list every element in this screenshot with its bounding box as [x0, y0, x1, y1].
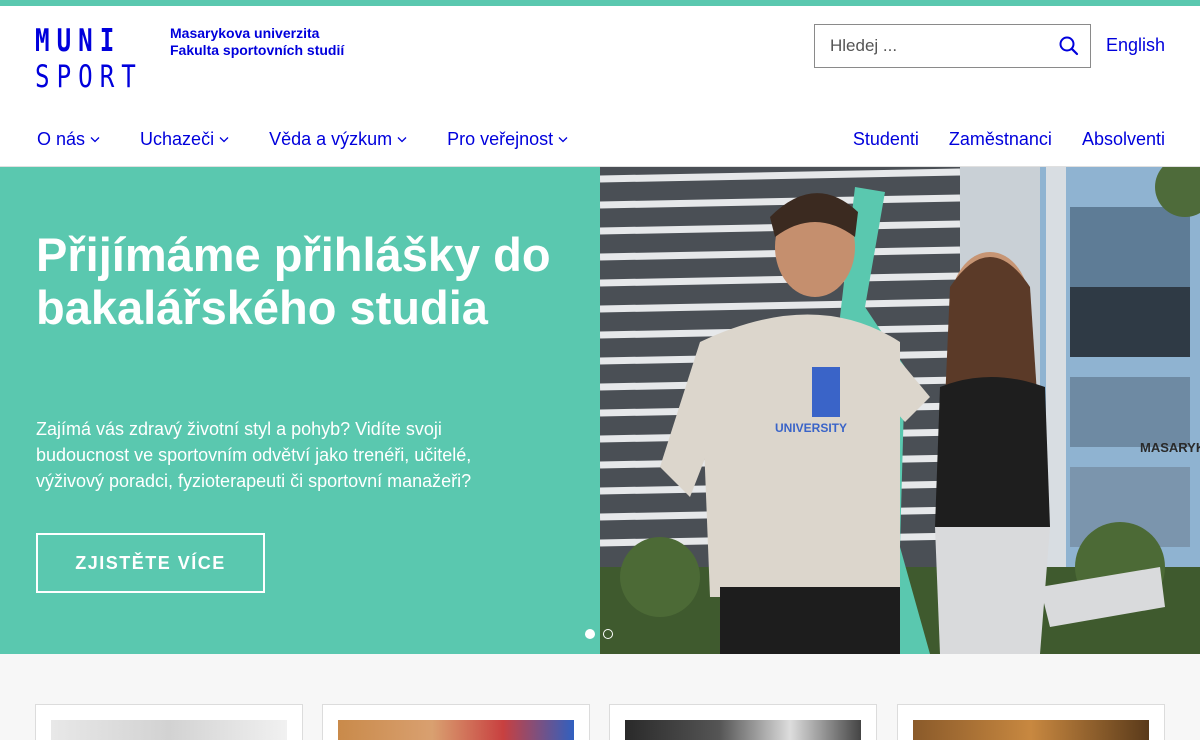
muni-sport-logo[interactable]: MUNI SPORT — [35, 26, 160, 94]
logo-muni-text: MUNI — [35, 23, 122, 59]
nav-item-label: Uchazeči — [140, 129, 215, 149]
carousel-dot-1[interactable] — [585, 629, 595, 639]
news-card[interactable] — [897, 704, 1165, 740]
chevron-down-icon — [397, 137, 407, 143]
svg-text:UNIVERSITY: UNIVERSITY — [775, 421, 847, 435]
news-card[interactable] — [35, 704, 303, 740]
nav-item-label: O nás — [37, 129, 86, 149]
nav-item-label: Pro veřejnost — [447, 129, 554, 149]
news-card-image — [913, 720, 1149, 740]
hero-description: Zajímá vás zdravý životní styl a pohyb? … — [36, 419, 472, 491]
nav-item-pro-verejnost[interactable]: Pro veřejnost — [447, 129, 568, 150]
learn-more-button[interactable]: ZJISTĚTE VÍCE — [36, 533, 265, 593]
chevron-down-icon — [558, 137, 568, 143]
logo-sport-text: SPORT — [35, 59, 143, 95]
hero-title: Přijímáme přihlášky do bakalářského stud… — [36, 228, 551, 334]
main-navigation: O nás Uchazeči Věda a výzkum Pro veřejno… — [37, 129, 608, 150]
hero-text-panel: Přijímáme přihlášky do bakalářského stud… — [0, 167, 600, 654]
nav-item-label: Věda a výzkum — [269, 129, 393, 149]
secondary-navigation: Studenti Zaměstnanci Absolventi — [823, 129, 1165, 150]
university-label: Masarykova univerzita — [170, 25, 320, 41]
news-card-image — [625, 720, 861, 740]
top-accent-bar — [0, 0, 1200, 6]
hero-carousel: Přijímáme přihlášky do bakalářského stud… — [0, 167, 1200, 654]
news-card[interactable] — [322, 704, 590, 740]
nav-item-veda-a-vyzkum[interactable]: Věda a výzkum — [269, 129, 407, 150]
chevron-down-icon — [90, 137, 100, 143]
faculty-name[interactable]: Masarykova univerzita Fakulta sportovníc… — [170, 25, 344, 59]
faculty-label: Fakulta sportovních studií — [170, 42, 345, 58]
chevron-down-icon — [219, 137, 229, 143]
news-card-image — [51, 720, 287, 740]
search-input[interactable] — [815, 25, 1045, 67]
search-icon[interactable] — [1058, 35, 1080, 57]
hero-photo: MASARYK UNIVERSITY — [600, 167, 1200, 654]
nav-link-studenti[interactable]: Studenti — [853, 129, 919, 150]
nav-item-o-nas[interactable]: O nás — [37, 129, 100, 150]
carousel-pagination — [585, 629, 621, 639]
carousel-dot-2[interactable] — [603, 629, 613, 639]
search-box — [814, 24, 1091, 68]
nav-item-uchazeci[interactable]: Uchazeči — [140, 129, 229, 150]
svg-text:MASARYK: MASARYK — [1140, 440, 1200, 455]
news-card[interactable] — [609, 704, 877, 740]
language-switch-link[interactable]: English — [1106, 35, 1165, 56]
nav-link-zamestnanci[interactable]: Zaměstnanci — [949, 129, 1052, 150]
nav-link-absolventi[interactable]: Absolventi — [1082, 129, 1165, 150]
news-card-image — [338, 720, 574, 740]
